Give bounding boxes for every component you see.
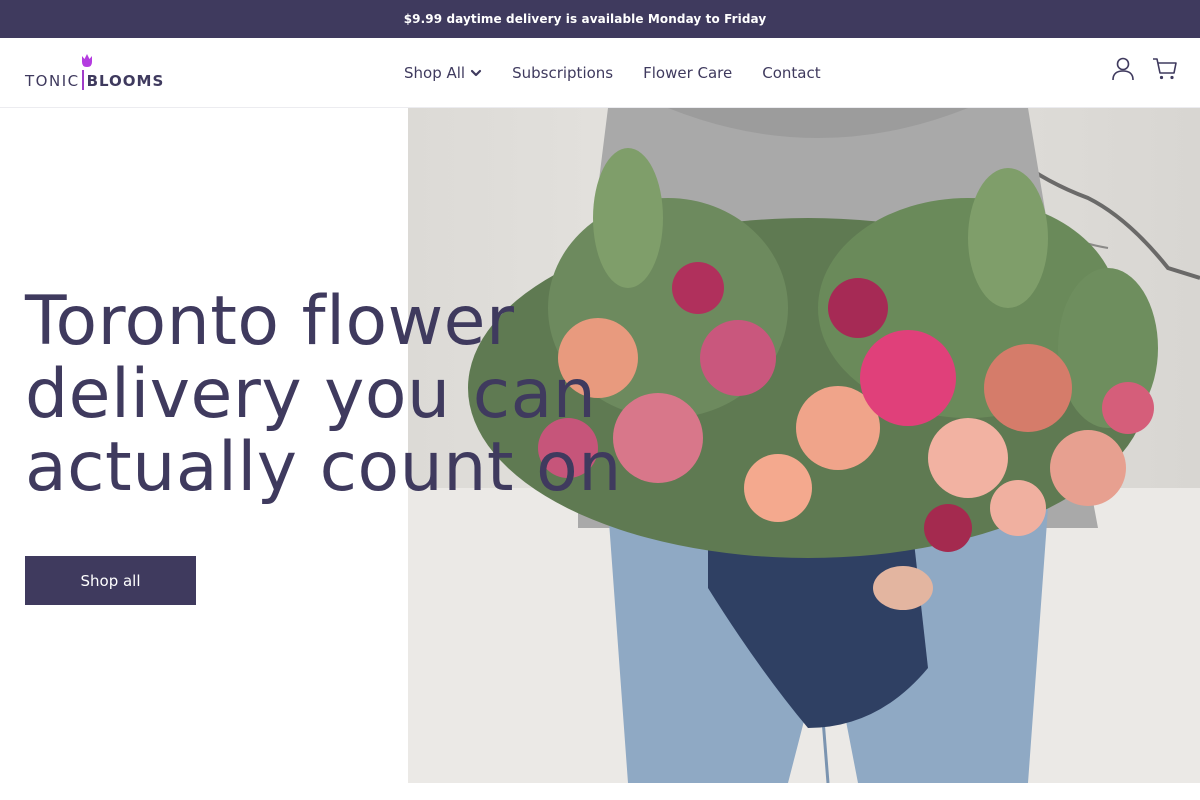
nav-subscriptions-label: Subscriptions	[512, 64, 614, 82]
shop-all-button[interactable]: Shop all	[25, 556, 196, 605]
hero-title: Toronto flower delivery you can actually…	[25, 285, 645, 504]
logo[interactable]: TONIC BLOOMS	[25, 52, 170, 94]
logo-divider	[81, 70, 84, 90]
chevron-down-icon	[470, 69, 482, 77]
nav-contact-label: Contact	[762, 64, 821, 82]
cart-icon[interactable]	[1152, 56, 1178, 82]
announcement-bar: $9.99 daytime delivery is available Mond…	[0, 0, 1200, 38]
nav-subscriptions[interactable]: Subscriptions	[512, 64, 613, 82]
header-actions	[1110, 56, 1178, 82]
logo-text: TONIC BLOOMS	[25, 70, 164, 90]
hero-title-line-1: Toronto flower	[25, 282, 515, 361]
hero-title-line-3: actually count on	[25, 428, 622, 507]
nav-shop-all[interactable]: Shop All	[404, 64, 482, 82]
account-icon[interactable]	[1110, 56, 1136, 82]
site-header: TONIC BLOOMS Shop All Subscriptions Flowe…	[0, 38, 1200, 108]
nav-contact[interactable]: Contact	[762, 64, 820, 82]
shop-all-button-label: Shop all	[80, 571, 141, 590]
main-nav: Shop All Subscriptions Flower Care Conta…	[404, 38, 821, 108]
announcement-text: $9.99 daytime delivery is available Mond…	[403, 12, 767, 26]
logo-word-tonic: TONIC	[25, 72, 80, 90]
nav-shop-all-label: Shop All	[404, 64, 466, 82]
hero-title-line-2: delivery you can	[25, 355, 597, 434]
logo-word-blooms: BLOOMS	[86, 72, 165, 90]
nav-flower-care-label: Flower Care	[643, 64, 733, 82]
nav-flower-care[interactable]: Flower Care	[643, 64, 732, 82]
tulip-icon	[82, 54, 92, 67]
